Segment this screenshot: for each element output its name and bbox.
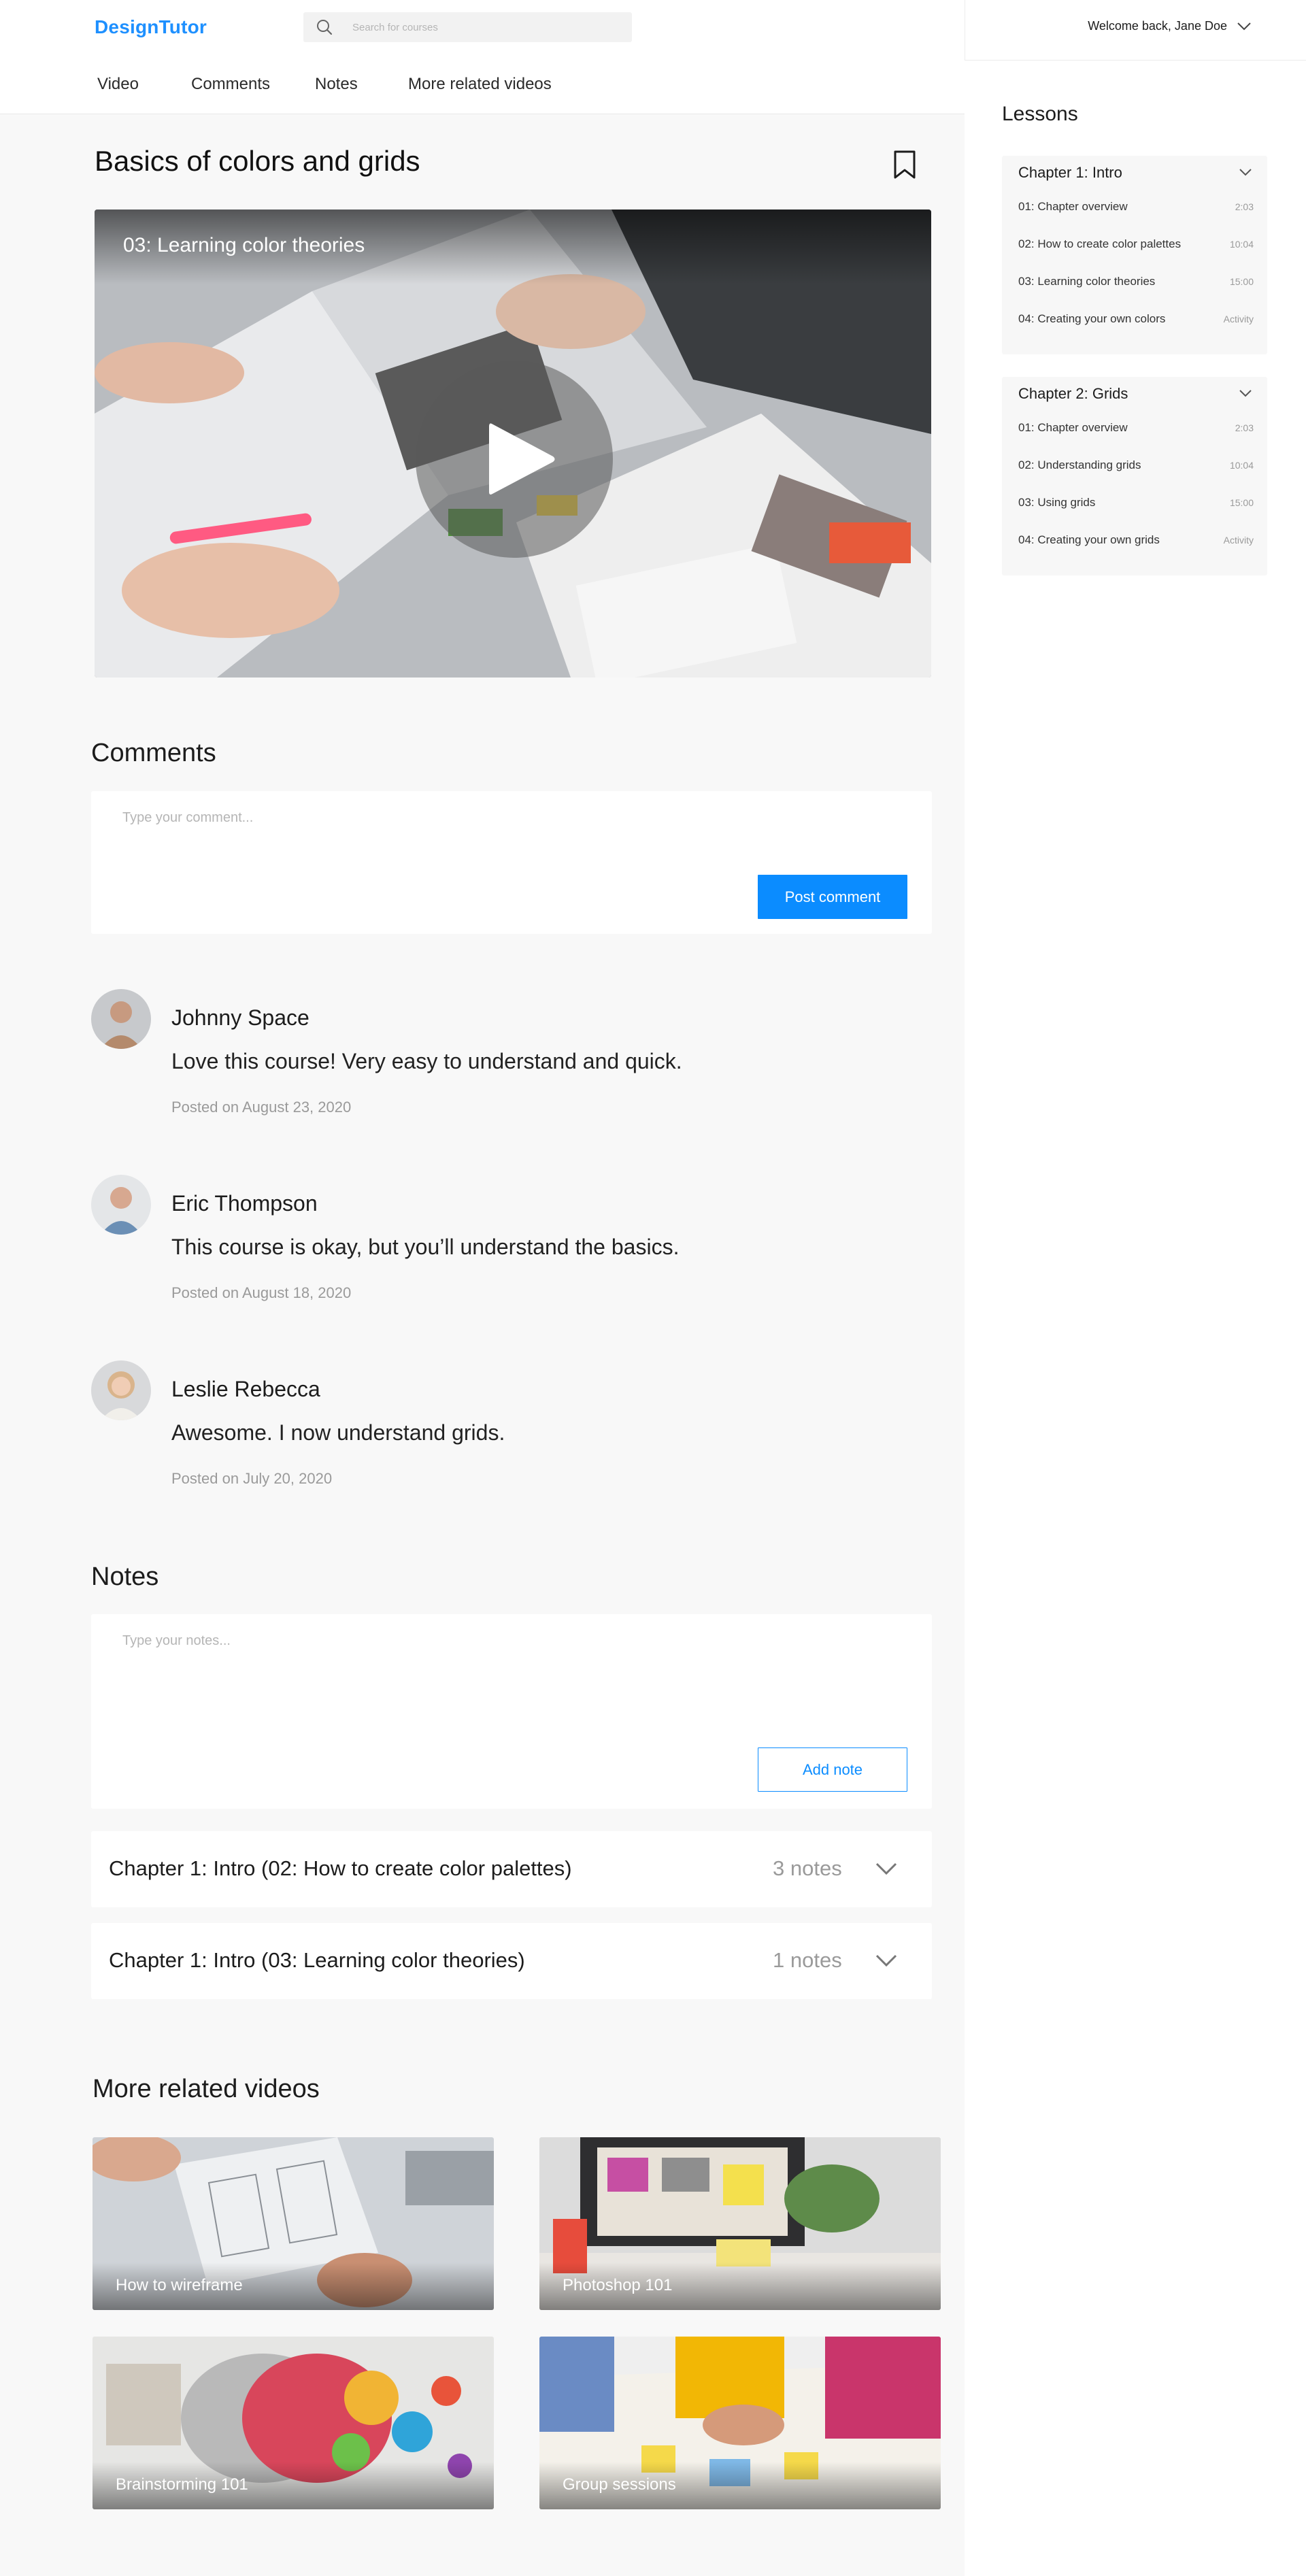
chevron-down-icon[interactable] <box>875 1954 898 1967</box>
notes-group-label: Chapter 1: Intro (02: How to create colo… <box>109 1856 572 1880</box>
lesson-item[interactable]: 01: Chapter overview 2:03 <box>1018 418 1254 438</box>
lesson-duration: Activity <box>1223 314 1254 324</box>
lesson-label: 01: Chapter overview <box>1018 421 1128 434</box>
tab-notes[interactable]: Notes <box>315 75 358 94</box>
comment-author[interactable]: Leslie Rebecca <box>171 1377 320 1402</box>
lesson-label: 03: Using grids <box>1018 496 1096 509</box>
lesson-item[interactable]: 01: Chapter overview 2:03 <box>1018 197 1254 217</box>
lessons-title: Lessons <box>1002 103 1078 125</box>
comment-date: Posted on August 23, 2020 <box>171 1099 352 1116</box>
chevron-down-icon <box>1237 22 1251 30</box>
app-logo[interactable]: DesignTutor <box>95 16 207 38</box>
play-icon <box>489 423 555 495</box>
bookmark-icon[interactable] <box>892 150 917 180</box>
user-menu[interactable]: Welcome back, Jane Doe <box>1088 19 1252 33</box>
welcome-text: Welcome back, Jane Doe <box>1088 19 1227 33</box>
comment-author[interactable]: Eric Thompson <box>171 1191 318 1216</box>
comment-item: Johnny Space Love this course! Very easy… <box>91 989 932 1125</box>
notes-count: 3 notes <box>773 1856 842 1880</box>
lesson-label: 02: How to create color palettes <box>1018 237 1182 250</box>
lessons-sidebar: Lessons Chapter 1: Intro 01: Chapter ove… <box>965 60 1306 2576</box>
lesson-duration: 15:00 <box>1229 276 1254 287</box>
related-video-card[interactable]: Group sessions <box>539 2337 941 2509</box>
video-player[interactable]: 03: Learning color theories <box>95 210 931 678</box>
comment-item: Eric Thompson This course is okay, but y… <box>91 1175 932 1311</box>
tab-related-videos[interactable]: More related videos <box>408 75 552 94</box>
lesson-duration: Activity <box>1223 535 1254 546</box>
chapter-1-panel: Chapter 1: Intro 01: Chapter overview 2:0… <box>1002 156 1267 354</box>
play-button[interactable] <box>416 361 613 558</box>
lesson-label: 04: Creating your own grids <box>1018 533 1160 546</box>
search-bar[interactable] <box>303 12 632 42</box>
related-video-card[interactable]: Photoshop 101 <box>539 2137 941 2310</box>
avatar[interactable] <box>91 1175 151 1235</box>
related-video-caption: Photoshop 101 <box>563 2276 673 2294</box>
comment-form: Post comment <box>91 791 932 934</box>
post-comment-button[interactable]: Post comment <box>758 875 907 919</box>
related-video-caption: How to wireframe <box>116 2276 243 2294</box>
lesson-label: 02: Understanding grids <box>1018 458 1141 471</box>
notes-count: 1 notes <box>773 1948 842 1972</box>
chevron-down-icon[interactable] <box>1239 168 1252 176</box>
notes-group-label: Chapter 1: Intro (03: Learning color the… <box>109 1948 525 1972</box>
lesson-item[interactable]: 02: How to create color palettes 10:04 <box>1018 234 1254 254</box>
chapter-title[interactable]: Chapter 1: Intro <box>1018 164 1122 182</box>
add-note-button[interactable]: Add note <box>758 1747 907 1792</box>
related-video-caption: Brainstorming 101 <box>116 2475 248 2494</box>
page-title: Basics of colors and grids <box>95 145 420 177</box>
chevron-down-icon[interactable] <box>875 1862 898 1875</box>
top-bar: DesignTutor Welcome back, Jane Doe <box>0 0 1306 60</box>
comment-date: Posted on July 20, 2020 <box>171 1470 333 1487</box>
related-video-card[interactable]: Brainstorming 101 <box>93 2337 494 2509</box>
lesson-item[interactable]: 04: Creating your own grids Activity <box>1018 530 1254 550</box>
lesson-duration: 2:03 <box>1235 422 1254 433</box>
notes-input[interactable] <box>122 1633 898 1735</box>
lesson-item[interactable]: 04: Creating your own colors Activity <box>1018 309 1254 329</box>
lesson-label: 04: Creating your own colors <box>1018 312 1166 325</box>
lesson-duration: 10:04 <box>1229 460 1254 471</box>
comment-text: This course is okay, but you’ll understa… <box>171 1235 680 1259</box>
lesson-duration: 2:03 <box>1235 201 1254 212</box>
section-nav: Video Comments Notes More related videos <box>0 60 965 114</box>
search-icon <box>317 20 333 35</box>
avatar[interactable] <box>91 1360 151 1420</box>
related-videos-title: More related videos <box>93 2075 320 2103</box>
chapter-title[interactable]: Chapter 2: Grids <box>1018 385 1128 403</box>
comment-text: Awesome. I now understand grids. <box>171 1420 505 1445</box>
lesson-label: 01: Chapter overview <box>1018 200 1128 213</box>
notes-group[interactable]: Chapter 1: Intro (03: Learning color the… <box>91 1923 932 1999</box>
notes-title: Notes <box>91 1562 159 1591</box>
chapter-2-panel: Chapter 2: Grids 01: Chapter overview 2:0… <box>1002 377 1267 575</box>
notes-group[interactable]: Chapter 1: Intro (02: How to create colo… <box>91 1831 932 1907</box>
lesson-item[interactable]: 03: Learning color theories 15:00 <box>1018 271 1254 292</box>
related-video-card[interactable]: How to wireframe <box>93 2137 494 2310</box>
lesson-duration: 10:04 <box>1229 239 1254 250</box>
comment-text: Love this course! Very easy to understan… <box>171 1049 682 1073</box>
video-caption: 03: Learning color theories <box>123 234 365 256</box>
lesson-duration: 15:00 <box>1229 497 1254 508</box>
comment-date: Posted on August 18, 2020 <box>171 1284 352 1301</box>
notes-form: Add note <box>91 1614 932 1809</box>
comment-author[interactable]: Johnny Space <box>171 1005 309 1031</box>
lesson-item[interactable]: 03: Using grids 15:00 <box>1018 492 1254 513</box>
comment-item: Leslie Rebecca Awesome. I now understand… <box>91 1360 932 1496</box>
tab-video[interactable]: Video <box>97 75 139 94</box>
related-video-caption: Group sessions <box>563 2475 676 2494</box>
comment-input[interactable] <box>122 810 898 865</box>
chevron-down-icon[interactable] <box>1239 389 1252 397</box>
search-input[interactable] <box>352 12 624 42</box>
comments-title: Comments <box>91 739 216 767</box>
tab-comments[interactable]: Comments <box>191 75 270 94</box>
avatar[interactable] <box>91 989 151 1049</box>
lesson-item[interactable]: 02: Understanding grids 10:04 <box>1018 455 1254 475</box>
lesson-label: 03: Learning color theories <box>1018 275 1156 288</box>
